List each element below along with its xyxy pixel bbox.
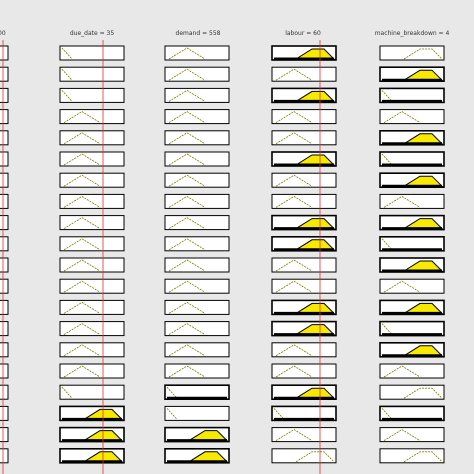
- rule-cell: [271, 448, 337, 464]
- rule-cell: [59, 236, 125, 252]
- rule-cell: [164, 172, 230, 188]
- edge-box: [0, 321, 9, 337]
- edge-box: [0, 130, 9, 146]
- edge-box: [0, 427, 9, 443]
- edge-box: [0, 87, 9, 103]
- rule-cell: [164, 45, 230, 61]
- rule-cell: [59, 45, 125, 61]
- rule-cell: [379, 193, 445, 209]
- rule-cell: [59, 215, 125, 231]
- rule-cell: [164, 299, 230, 315]
- rule-cell: [59, 363, 125, 379]
- rule-cell: [164, 236, 230, 252]
- edge-box: [0, 363, 9, 379]
- rule-cell: [379, 109, 445, 125]
- rule-cell: [379, 363, 445, 379]
- rule-cell: [271, 130, 337, 146]
- edge-box: [0, 66, 9, 82]
- rule-cell: [271, 363, 337, 379]
- rule-cell: [164, 130, 230, 146]
- rule-cell: [379, 384, 445, 400]
- rule-cell: [59, 172, 125, 188]
- rule-cell: [271, 427, 337, 443]
- rule-cell: [59, 342, 125, 358]
- edge-box: [0, 45, 9, 61]
- edge-box: [0, 299, 9, 315]
- rule-cell: [164, 151, 230, 167]
- edge-box: [0, 342, 9, 358]
- rule-cell: [59, 193, 125, 209]
- rule-grid: [0, 40, 445, 474]
- rule-cell: [271, 193, 337, 209]
- edge-box: [0, 172, 9, 188]
- edge-box: [0, 193, 9, 209]
- rule-cell: [164, 405, 230, 421]
- rule-cell: [164, 342, 230, 358]
- edge-box: [0, 257, 9, 273]
- edge-box: [0, 278, 9, 294]
- rule-cell: [271, 257, 337, 273]
- rule-cell: [59, 321, 125, 337]
- rule-cell: [164, 278, 230, 294]
- rule-cell: [271, 278, 337, 294]
- rule-cell: [164, 257, 230, 273]
- rule-cell: [59, 257, 125, 273]
- rule-cell: [271, 109, 337, 125]
- rule-viewer: 00 due_date = 35 demand = 558 labour = 6…: [0, 0, 474, 474]
- rule-cell: [164, 193, 230, 209]
- rule-cell: [379, 427, 445, 443]
- rule-cell: [164, 215, 230, 231]
- rule-cell: [59, 151, 125, 167]
- rule-cell: [164, 363, 230, 379]
- edge-box: [0, 151, 9, 167]
- rule-cell: [59, 87, 125, 103]
- rule-cell: [164, 87, 230, 103]
- rule-cell: [379, 45, 445, 61]
- edge-box: [0, 109, 9, 125]
- rule-cell: [59, 384, 125, 400]
- rule-cell: [164, 109, 230, 125]
- edge-box: [0, 405, 9, 421]
- rule-cell: [271, 172, 337, 188]
- rule-cell: [59, 66, 125, 82]
- rule-cell: [271, 66, 337, 82]
- rule-cell: [164, 321, 230, 337]
- edge-box: [0, 384, 9, 400]
- rule-cell: [59, 109, 125, 125]
- rule-cell: [59, 299, 125, 315]
- rule-cell: [59, 130, 125, 146]
- edge-box: [0, 448, 9, 464]
- rule-cell: [271, 342, 337, 358]
- rule-cell: [59, 278, 125, 294]
- rule-cell: [164, 66, 230, 82]
- rule-cell: [379, 278, 445, 294]
- rule-cell: [379, 448, 445, 464]
- edge-box: [0, 236, 9, 252]
- edge-box: [0, 215, 9, 231]
